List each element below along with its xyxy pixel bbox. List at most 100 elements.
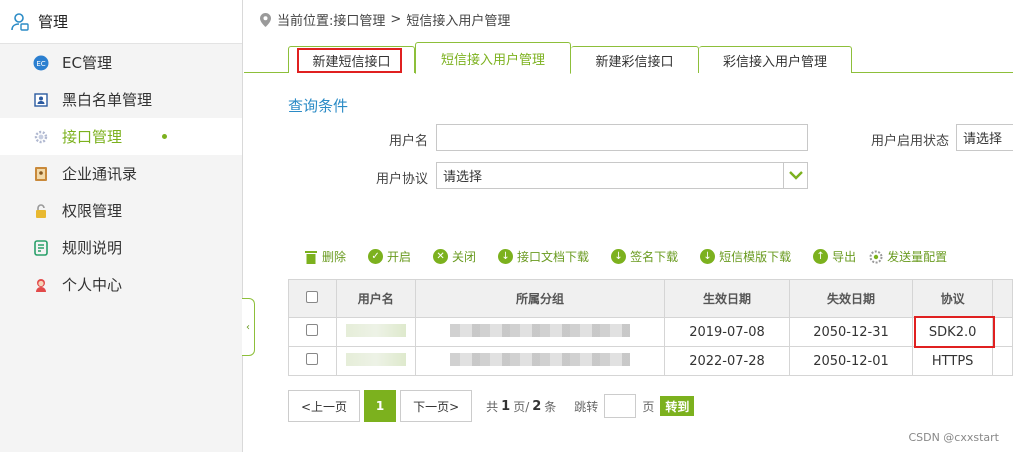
sidebar-item-label: 企业通讯录 [62,165,138,183]
total-prefix: 共 [486,399,499,414]
chevron-down-icon[interactable] [783,163,807,188]
sidebar-item-interface[interactable]: 接口管理 [0,118,242,155]
download-icon: ↓ [611,249,627,264]
tab-sms-user-management[interactable]: 短信接入用户管理 [415,42,571,74]
disable-button[interactable]: ✕ 关闭 [433,248,476,265]
gear-icon [32,128,50,146]
column-header-group[interactable]: 所属分组 [414,279,666,318]
close-circle-icon: ✕ [433,249,449,264]
watermark: CSDN @cxxstart [908,431,999,444]
prev-page-button[interactable]: <上一页 [288,390,361,422]
ec-icon: EC [32,54,50,72]
tab-mms-user-management[interactable]: 彩信接入用户管理 [699,46,852,73]
table-header-row: 用户名 所属分组 生效日期 失效日期 协议 [288,279,1013,318]
tab-new-sms-interface[interactable]: 新建短信接口 [288,46,415,73]
signature-download-label: 签名下载 [630,250,679,264]
protocol-select[interactable]: 请选择 [436,162,808,189]
redacted-group [449,352,630,366]
enable-button[interactable]: ✓ 开启 [368,248,411,265]
go-button[interactable]: 转到 [660,396,695,416]
document-icon [32,239,50,257]
address-book-icon [32,165,50,183]
enable-label: 开启 [387,250,412,264]
username-label: 用户名 [388,134,428,149]
sidebar-item-ec[interactable]: EC EC管理 [0,44,242,81]
redacted-group [449,323,630,337]
settings-gear-icon [869,250,883,263]
column-header-username[interactable]: 用户名 [335,279,416,318]
jump-label: 跳转 [574,399,599,414]
start-date-cell: 2022-07-28 [664,346,790,376]
breadcrumb-prefix: 当前位置: [277,14,334,29]
trash-icon [305,250,317,264]
main-content: 当前位置: 接口管理 > 短信接入用户管理 新建短信接口 短信接入用户管理 新建… [244,0,1013,452]
table-row[interactable]: 2019-07-08 2050-12-31 SDK2.0 [288,317,1013,347]
sidebar-item-permissions[interactable]: 权限管理 [0,192,242,229]
column-header-end-date[interactable]: 失效日期 [788,279,914,318]
user-status-value: 请选择 [963,132,1003,147]
sidebar-item-rules[interactable]: 规则说明 [0,229,242,266]
end-date-cell: 2050-12-31 [788,317,914,347]
sidebar: 管理 EC EC管理 黑白名单管理 接口管理 企业通讯录 权限管理 规则说明 个… [0,0,243,452]
interface-doc-download-button[interactable]: ↓ 接口文档下载 [498,248,589,265]
tab-bar: 新建短信接口 短信接入用户管理 新建彩信接口 彩信接入用户管理 [244,40,1013,74]
protocol-cell: SDK2.0 [912,317,994,347]
column-header-start-date[interactable]: 生效日期 [664,279,790,318]
pagination: <上一页 1 下一页> 共 1 页/ 2 条 跳转 页 转到 [288,390,695,422]
send-volume-config-button[interactable]: 发送量配置 [868,248,947,265]
breadcrumb-item[interactable]: 接口管理 [333,10,385,29]
user-icon [32,276,50,294]
check-circle-icon: ✓ [368,249,384,264]
overflow-cell [992,317,1013,347]
admin-user-icon [11,12,29,31]
table-row[interactable]: 2022-07-28 2050-12-01 HTTPS [288,346,1013,376]
row-checkbox[interactable] [306,353,319,365]
tab-new-mms-interface[interactable]: 新建彩信接口 [571,46,699,73]
sidebar-header[interactable]: 管理 [0,0,242,44]
export-label: 导出 [832,250,857,264]
overflow-cell [992,346,1013,376]
download-icon: ↓ [700,249,716,264]
active-dot [162,134,167,139]
user-table: 用户名 所属分组 生效日期 失效日期 协议 2019-07-08 2050-12… [288,279,1013,376]
user-status-label: 用户启用状态 [870,134,949,149]
breadcrumb-separator: > [390,12,402,27]
group-cell [414,346,666,376]
page-mid-text: 页/ [513,399,530,414]
sidebar-item-profile[interactable]: 个人中心 [0,266,242,303]
sidebar-item-label: 规则说明 [62,239,123,257]
delete-label: 删除 [322,250,347,264]
sms-template-download-button[interactable]: ↓ 短信模版下载 [700,248,791,265]
sidebar-item-label: 接口管理 [62,128,123,146]
sidebar-item-label: 权限管理 [62,202,123,220]
row-checkbox[interactable] [306,324,319,336]
end-date-cell: 2050-12-01 [788,346,914,376]
interface-doc-download-label: 接口文档下载 [517,250,590,264]
breadcrumb: 当前位置: 接口管理 > 短信接入用户管理 [260,10,510,29]
protocol-label: 用户协议 [375,172,428,187]
delete-button[interactable]: 删除 [304,248,346,265]
signature-download-button[interactable]: ↓ 签名下载 [611,248,678,265]
current-page-button[interactable]: 1 [364,390,397,422]
svg-text:EC: EC [36,60,45,68]
sidebar-item-label: 黑白名单管理 [62,91,153,109]
jump-page-input[interactable] [604,394,637,418]
sidebar-item-blacklist[interactable]: 黑白名单管理 [0,81,242,118]
download-icon: ↓ [498,249,514,264]
column-header-protocol[interactable]: 协议 [912,279,994,318]
select-all-checkbox[interactable] [306,291,319,303]
user-status-select[interactable]: 请选择 [956,124,1013,151]
export-button[interactable]: ↑ 导出 [813,248,856,265]
total-pages: 1 [501,398,511,414]
redacted-username [345,352,406,366]
next-page-button[interactable]: 下一页> [400,390,473,422]
page-unit: 页 [642,399,655,414]
protocol-value: 请选择 [443,170,483,185]
username-input[interactable] [436,124,808,151]
select-all-cell [288,279,337,318]
sidebar-item-label: 个人中心 [62,276,123,294]
sidebar-item-contacts[interactable]: 企业通讯录 [0,155,242,192]
row-select-cell [288,346,337,376]
username-cell [335,346,416,376]
send-volume-config-label: 发送量配置 [887,250,948,264]
